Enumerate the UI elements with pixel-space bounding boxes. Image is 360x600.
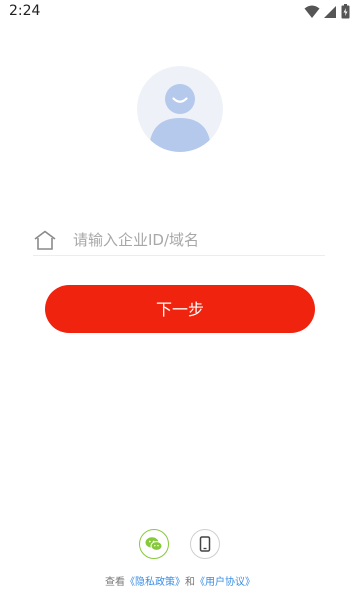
agreement-text: 查看《隐私政策》和《用户协议》 bbox=[0, 573, 360, 588]
status-time: 2:24 bbox=[9, 3, 41, 19]
phone-login-button[interactable] bbox=[190, 529, 220, 559]
agreement-prefix: 查看 bbox=[105, 577, 125, 588]
status-bar: 2:24 bbox=[0, 0, 360, 24]
next-step-button[interactable]: 下一步 bbox=[45, 285, 315, 333]
user-avatar-icon bbox=[149, 84, 211, 152]
wechat-icon bbox=[145, 537, 163, 551]
avatar bbox=[137, 66, 223, 152]
user-agreement-link[interactable]: 《用户协议》 bbox=[195, 577, 255, 588]
wechat-login-button[interactable] bbox=[139, 529, 169, 559]
home-icon bbox=[34, 230, 56, 250]
agreement-connector: 和 bbox=[185, 577, 195, 588]
signal-icon bbox=[324, 5, 336, 18]
enterprise-id-row bbox=[33, 227, 325, 256]
battery-icon bbox=[341, 4, 350, 19]
status-icons bbox=[304, 4, 350, 19]
enterprise-id-input[interactable] bbox=[73, 227, 318, 253]
wifi-icon bbox=[304, 5, 320, 18]
phone-icon bbox=[199, 536, 211, 552]
privacy-policy-link[interactable]: 《隐私政策》 bbox=[125, 577, 185, 588]
